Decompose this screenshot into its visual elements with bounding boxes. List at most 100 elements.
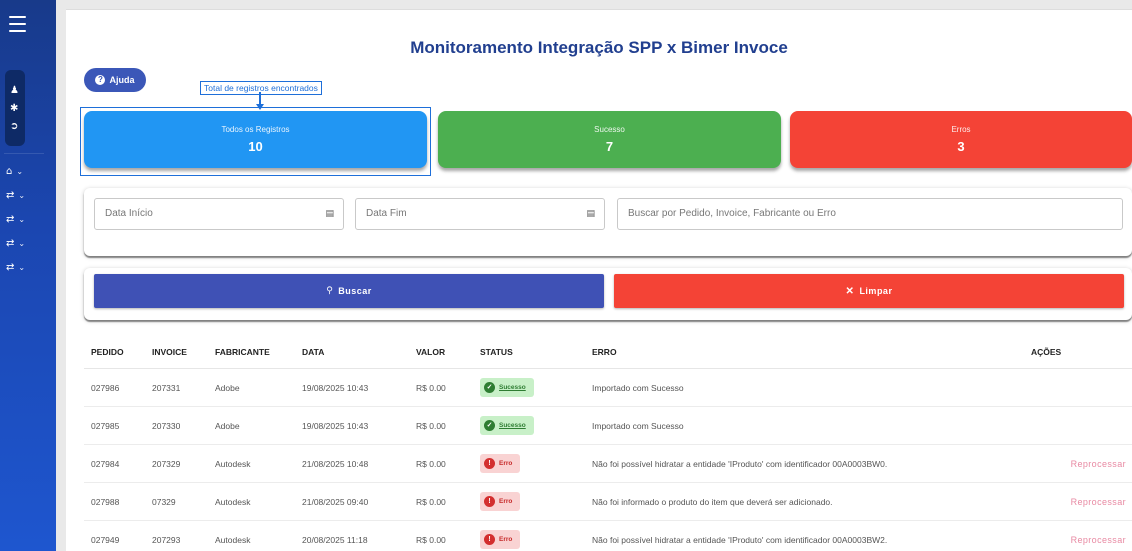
- cell-pedido: 027985: [91, 420, 120, 431]
- cell-invoice: 207293: [152, 534, 181, 545]
- reprocess-link[interactable]: Reprocessar: [1071, 521, 1126, 551]
- header-invoice[interactable]: INVOICE: [152, 335, 187, 368]
- cell-pedido: 027986: [91, 382, 120, 393]
- start-date-field[interactable]: Data Início ▤: [94, 198, 344, 230]
- search-input[interactable]: Buscar por Pedido, Invoice, Fabricante o…: [617, 198, 1123, 230]
- menu-icon[interactable]: [9, 16, 29, 36]
- cell-data: 19/08/2025 10:43: [302, 420, 369, 431]
- cell-fabricante: Adobe: [215, 382, 240, 393]
- calendar-icon[interactable]: ▤: [325, 199, 334, 229]
- table-body: 027986 207331 Adobe 19/08/2025 10:43 R$ 0.00…: [84, 369, 1132, 551]
- chevron-down-icon: ⌄: [18, 239, 26, 248]
- sidebar-item-integration-1[interactable]: ⇄ ⌄: [6, 190, 25, 201]
- header-acoes: AÇÕES: [1031, 346, 1062, 357]
- cell-valor: R$ 0.00: [416, 496, 446, 507]
- profile-panel: ♟ ✱ ➲: [5, 70, 25, 146]
- clear-button[interactable]: ✕ Limpar: [614, 274, 1124, 308]
- tooltip-arrow-icon: [256, 92, 264, 110]
- search-button-label: Buscar: [338, 286, 372, 296]
- card-value: 10: [248, 139, 263, 154]
- search-button[interactable]: ⚲ Buscar: [94, 274, 604, 308]
- sidebar-item-home[interactable]: ⌂ ⌄: [6, 166, 23, 177]
- cell-erro: Importado com Sucesso: [592, 420, 684, 431]
- cell-erro: Importado com Sucesso: [592, 382, 684, 393]
- sidebar-item-integration-2[interactable]: ⇄ ⌄: [6, 214, 25, 225]
- status-text: Erro: [499, 536, 513, 543]
- header-pedido[interactable]: PEDIDO: [91, 335, 124, 368]
- cell-data: 21/08/2025 10:48: [302, 458, 369, 469]
- table-header: PEDIDO INVOICE FABRICANTE DATA VALOR STA…: [84, 335, 1132, 369]
- card-all-records[interactable]: Todos os Registros 10: [84, 111, 427, 168]
- records-table: PEDIDO INVOICE FABRICANTE DATA VALOR STA…: [84, 335, 1132, 551]
- cell-fabricante: Adobe: [215, 420, 240, 431]
- reprocess-link[interactable]: Reprocessar: [1071, 483, 1126, 520]
- search-placeholder: Buscar por Pedido, Invoice, Fabricante o…: [628, 208, 836, 219]
- filters-panel: Data Início ▤ Data Fim ▤ Buscar por Pedi…: [84, 188, 1132, 256]
- status-text: Sucesso: [499, 384, 526, 391]
- help-button[interactable]: ? Ajuda: [84, 68, 146, 92]
- end-date-field[interactable]: Data Fim ▤: [355, 198, 605, 230]
- cell-pedido: 027988: [91, 496, 120, 507]
- calendar-icon[interactable]: ▤: [586, 199, 595, 229]
- header-data[interactable]: DATA: [302, 335, 324, 368]
- sidebar-item-integration-3[interactable]: ⇄ ⌄: [6, 238, 25, 249]
- cell-data: 20/08/2025 11:18: [302, 534, 368, 545]
- home-icon: ⌂: [6, 166, 13, 177]
- user-icon[interactable]: ♟: [10, 86, 19, 96]
- exchange-icon: ⇄: [6, 214, 15, 225]
- alert-circle-icon: !: [484, 534, 495, 545]
- header-valor[interactable]: VALOR: [416, 335, 445, 368]
- cell-status: ✓ Sucesso: [480, 369, 534, 406]
- exchange-icon: ⇄: [6, 262, 15, 273]
- sidebar-item-integration-4[interactable]: ⇄ ⌄: [6, 262, 25, 273]
- status-badge: ! Erro: [480, 454, 521, 473]
- table-row: 027984 207329 Autodesk 21/08/2025 10:48 R$ 0…: [84, 445, 1132, 483]
- cell-invoice: 207330: [152, 420, 181, 431]
- start-date-placeholder: Data Início: [105, 208, 153, 219]
- status-text: Erro: [499, 498, 513, 505]
- chevron-down-icon: ⌄: [16, 167, 24, 176]
- cell-status: ! Erro: [480, 483, 521, 520]
- status-badge: ! Erro: [480, 492, 521, 511]
- cell-erro: Não foi possível hidratar a entidade 'IP…: [592, 458, 888, 469]
- app-window: ♟ ✱ ➲ ⌂ ⌄ ⇄ ⌄ ⇄ ⌄ ⇄ ⌄ ⇄ ⌄ Monitoramento Integ…: [0, 0, 1132, 551]
- table-row: 027986 207331 Adobe 19/08/2025 10:43 R$ 0.00…: [84, 369, 1132, 407]
- cell-data: 21/08/2025 09:40: [302, 496, 369, 507]
- status-text: Erro: [499, 460, 513, 467]
- chevron-down-icon: ⌄: [18, 215, 26, 224]
- close-icon: ✕: [845, 285, 855, 297]
- reprocess-link[interactable]: Reprocessar: [1071, 445, 1126, 482]
- gear-icon[interactable]: ✱: [10, 104, 18, 114]
- cell-status: ! Erro: [480, 521, 521, 551]
- status-badge: ! Erro: [480, 530, 521, 549]
- check-circle-icon: ✓: [484, 382, 495, 393]
- cell-valor: R$ 0.00: [416, 534, 446, 545]
- header-status[interactable]: STATUS: [480, 335, 513, 368]
- exchange-icon: ⇄: [6, 238, 15, 249]
- exchange-icon: ⇄: [6, 190, 15, 201]
- card-value: 3: [957, 139, 965, 154]
- card-success[interactable]: Sucesso 7: [438, 111, 781, 168]
- logout-icon[interactable]: ➲: [10, 122, 18, 132]
- card-label: Todos os Registros: [221, 125, 290, 134]
- sidebar-divider: [4, 153, 44, 154]
- cell-invoice: 207329: [152, 458, 181, 469]
- question-icon: ?: [95, 75, 106, 85]
- header-fabricante[interactable]: FABRICANTE: [215, 335, 270, 368]
- cell-erro: Não foi possível hidratar a entidade 'IP…: [592, 534, 888, 545]
- card-errors[interactable]: Erros 3: [790, 111, 1132, 168]
- cell-erro: Não foi informado o produto do item que …: [592, 496, 833, 507]
- status-text: Sucesso: [499, 422, 526, 429]
- status-badge: ✓ Sucesso: [480, 416, 534, 435]
- alert-circle-icon: !: [484, 496, 495, 507]
- end-date-placeholder: Data Fim: [366, 208, 407, 219]
- page-title: Monitoramento Integração SPP x Bimer Inv…: [410, 38, 788, 57]
- header-erro[interactable]: ERRO: [592, 335, 617, 368]
- cell-status: ✓ Sucesso: [480, 407, 534, 444]
- cell-valor: R$ 0.00: [416, 458, 446, 469]
- main-panel: Monitoramento Integração SPP x Bimer Inv…: [66, 9, 1132, 551]
- cell-status: ! Erro: [480, 445, 521, 482]
- table-row: 027949 207293 Autodesk 20/08/2025 11:18 R$ 0…: [84, 521, 1132, 551]
- cell-valor: R$ 0.00: [416, 382, 446, 393]
- card-label: Erros: [951, 125, 971, 134]
